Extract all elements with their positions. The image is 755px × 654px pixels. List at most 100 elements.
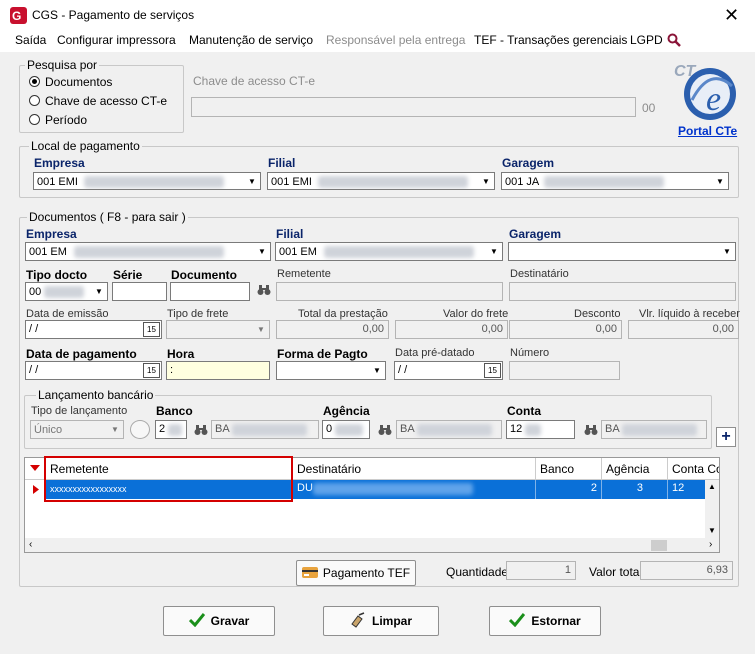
lancamento-legend: Lançamento bancário bbox=[36, 388, 156, 402]
add-icon[interactable]: + bbox=[716, 427, 736, 447]
radio-chave-acesso[interactable] bbox=[29, 95, 40, 106]
col-destinatario[interactable]: Destinatário bbox=[293, 458, 536, 480]
valor-frete-label: Valor do frete bbox=[443, 308, 509, 320]
doc-filial-select[interactable]: 001 EM ▼ bbox=[275, 242, 503, 261]
desconto-input: 0,00 bbox=[509, 320, 622, 339]
menu-configurar-impressora[interactable]: Configurar impressora bbox=[57, 33, 176, 47]
binoculars-icon[interactable] bbox=[584, 424, 598, 439]
remetente-label: Remetente bbox=[277, 268, 331, 280]
data-emissao-label: Data de emissão bbox=[26, 308, 109, 320]
vertical-scrollbar[interactable]: ▲ ▼ bbox=[705, 480, 719, 538]
scroll-thumb[interactable] bbox=[651, 540, 667, 551]
serie-input[interactable] bbox=[112, 282, 167, 301]
local-pagamento-legend: Local de pagamento bbox=[29, 139, 142, 153]
cell-banco[interactable]: 2 bbox=[536, 480, 602, 499]
limpar-button[interactable]: Limpar bbox=[323, 606, 439, 636]
doc-filial-label: Filial bbox=[276, 227, 304, 241]
col-agencia[interactable]: Agência bbox=[602, 458, 668, 480]
radio-documentos-label[interactable]: Documentos bbox=[45, 75, 112, 89]
gravar-button[interactable]: Gravar bbox=[163, 606, 275, 636]
remetente-input bbox=[276, 282, 503, 301]
data-emissao-input[interactable]: / / bbox=[25, 320, 162, 339]
cell-destinatario[interactable]: DU bbox=[293, 480, 536, 499]
menu-tef-transacoes[interactable]: TEF - Transações gerenciais bbox=[474, 33, 627, 47]
valor-frete-input: 0,00 bbox=[395, 320, 508, 339]
documentos-legend: Documentos ( F8 - para sair ) bbox=[27, 210, 188, 224]
radio-documentos[interactable] bbox=[29, 76, 40, 87]
chevron-down-icon: ▼ bbox=[482, 176, 490, 186]
scroll-up-icon[interactable]: ▲ bbox=[708, 482, 716, 491]
calendar-icon[interactable]: 15 bbox=[143, 363, 160, 378]
tipo-docto-select[interactable]: 00 ▼ bbox=[25, 282, 108, 301]
svg-text:G: G bbox=[12, 9, 21, 23]
hora-input[interactable]: : bbox=[166, 361, 270, 380]
destinatario-label: Destinatário bbox=[510, 268, 569, 280]
conta-desc: BA bbox=[601, 420, 707, 439]
scroll-down-icon[interactable]: ▼ bbox=[708, 526, 716, 535]
data-pre-datado-label: Data pré-datado bbox=[395, 347, 475, 359]
chave-acesso-suffix: 00 bbox=[642, 101, 656, 115]
close-icon[interactable]: ✕ bbox=[724, 5, 739, 26]
agencia-input[interactable]: 0 bbox=[322, 420, 370, 439]
cte-logo: e CT bbox=[672, 56, 740, 122]
local-garagem-select[interactable]: 001 JA ▼ bbox=[501, 172, 729, 190]
forma-pagto-select[interactable]: ▼ bbox=[276, 361, 386, 380]
documento-input[interactable] bbox=[170, 282, 250, 301]
data-pagamento-input[interactable]: / / bbox=[25, 361, 162, 380]
local-filial-label: Filial bbox=[268, 156, 296, 170]
banco-input[interactable]: 2 bbox=[155, 420, 187, 439]
local-filial-select[interactable]: 001 EMI ▼ bbox=[267, 172, 495, 190]
doc-empresa-label: Empresa bbox=[26, 227, 77, 241]
highlight-box bbox=[44, 456, 293, 502]
binoculars-icon[interactable] bbox=[378, 424, 392, 439]
menu-responsavel-entrega: Responsável pela entrega bbox=[326, 33, 466, 47]
menu-manutencao-servico[interactable]: Manutenção de serviço bbox=[189, 33, 313, 47]
pagamento-tef-button[interactable]: Pagamento TEF bbox=[296, 560, 416, 586]
total-prestacao-input: 0,00 bbox=[276, 320, 389, 339]
title-bar: G CGS - Pagamento de serviços ✕ bbox=[0, 0, 755, 30]
horizontal-scrollbar[interactable]: ‹ › bbox=[25, 538, 719, 552]
agencia-desc: BA bbox=[396, 420, 502, 439]
col-banco[interactable]: Banco bbox=[536, 458, 602, 480]
chave-acesso-input[interactable] bbox=[191, 97, 636, 117]
row-pointer-icon bbox=[25, 480, 46, 499]
cell-agencia[interactable]: 3 bbox=[602, 480, 668, 499]
menu-saida[interactable]: Saída bbox=[15, 33, 46, 47]
local-empresa-label: Empresa bbox=[34, 156, 85, 170]
calendar-icon[interactable]: 15 bbox=[484, 363, 501, 378]
chevron-down-icon: ▼ bbox=[248, 176, 256, 186]
scroll-right-icon[interactable]: › bbox=[709, 539, 712, 550]
tipo-frete-select: ▼ bbox=[166, 320, 270, 339]
doc-empresa-select[interactable]: 001 EM ▼ bbox=[25, 242, 271, 261]
calendar-icon[interactable]: 15 bbox=[143, 322, 160, 337]
col-conta[interactable]: Conta Corr bbox=[668, 458, 719, 480]
estornar-button[interactable]: Estornar bbox=[489, 606, 601, 636]
menu-lgpd[interactable]: LGPD bbox=[630, 33, 663, 47]
serie-label: Série bbox=[113, 268, 143, 282]
binoculars-icon[interactable] bbox=[257, 284, 271, 299]
chave-acesso-label: Chave de acesso CT-e bbox=[193, 74, 316, 88]
svg-text:CT: CT bbox=[674, 63, 697, 80]
agencia-label: Agência bbox=[323, 404, 370, 418]
refresh-icon[interactable] bbox=[130, 420, 150, 439]
doc-garagem-select[interactable]: ▼ bbox=[508, 242, 736, 261]
chevron-down-icon: ▼ bbox=[723, 247, 731, 256]
radio-chave-acesso-label[interactable]: Chave de acesso CT-e bbox=[45, 94, 167, 108]
desconto-label: Desconto bbox=[574, 308, 621, 320]
destinatario-input bbox=[509, 282, 736, 301]
conta-input[interactable]: 12 bbox=[506, 420, 575, 439]
sort-triangle-icon[interactable] bbox=[25, 458, 46, 480]
svg-text:e: e bbox=[706, 81, 721, 118]
scroll-left-icon[interactable]: ‹ bbox=[29, 539, 32, 550]
radio-periodo-label[interactable]: Período bbox=[45, 113, 87, 127]
banco-label: Banco bbox=[156, 404, 193, 418]
forma-pagto-label: Forma de Pagto bbox=[277, 347, 368, 361]
chevron-down-icon: ▼ bbox=[716, 176, 724, 186]
search-icon[interactable] bbox=[667, 33, 681, 50]
local-empresa-select[interactable]: 001 EMI ▼ bbox=[33, 172, 261, 190]
portal-cte-link[interactable]: Portal CTe bbox=[678, 124, 737, 138]
tipo-lancamento-label: Tipo de lançamento bbox=[31, 405, 128, 417]
conta-label: Conta bbox=[507, 404, 541, 418]
binoculars-icon[interactable] bbox=[194, 424, 208, 439]
radio-periodo[interactable] bbox=[29, 114, 40, 125]
